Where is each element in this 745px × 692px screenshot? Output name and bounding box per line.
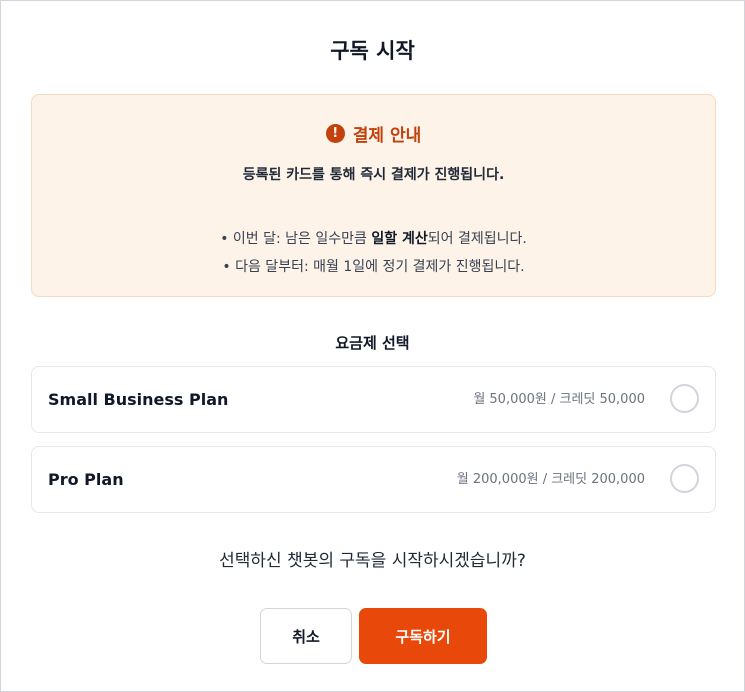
plan-section-label: 요금제 선택 [335, 334, 410, 352]
plan-radio-pro[interactable] [670, 464, 699, 493]
bullet-this-month-suffix: 되어 결제됩니다. [427, 231, 527, 247]
plan-price: 월 50,000원 / 크레딧 50,000 [473, 392, 645, 407]
plan-option-small-business[interactable]: Small Business Plan 월 50,000원 / 크레딧 50,0… [31, 366, 716, 433]
subscribe-button[interactable]: 구독하기 [359, 608, 487, 664]
plan-name: Pro Plan [48, 470, 124, 489]
bullet-this-month-prefix: • 이번 달: 남은 일수만큼 [220, 231, 372, 247]
notice-bullet-next-month: • 다음 달부터: 매월 1일에 정기 결제가 진행됩니다. [222, 259, 525, 275]
dialog-title: 구독 시작 [330, 39, 415, 63]
plan-name: Small Business Plan [48, 390, 229, 409]
alert-circle-icon: ! [325, 124, 345, 143]
bullet-this-month-emphasis: 일할 계산 [371, 231, 428, 247]
plan-option-pro[interactable]: Pro Plan 월 200,000원 / 크레딧 200,000 [31, 446, 716, 513]
notice-heading-row: ! 결제 안내 [32, 121, 715, 146]
plan-radio-small-business[interactable] [670, 384, 699, 413]
cancel-button[interactable]: 취소 [260, 608, 352, 664]
notice-subheading: 등록된 카드를 통해 즉시 결제가 진행됩니다. [242, 167, 505, 183]
notice-heading: 결제 안내 [352, 126, 422, 146]
notice-bullet-this-month: • 이번 달: 남은 일수만큼 일할 계산되어 결제됩니다. [32, 228, 715, 248]
confirm-question: 선택하신 챗봇의 구독을 시작하시겠습니까? [219, 551, 526, 571]
plan-price: 월 200,000원 / 크레딧 200,000 [456, 472, 645, 487]
subscription-dialog: 구독 시작 ! 결제 안내 등록된 카드를 통해 즉시 결제가 진행됩니다. •… [0, 0, 745, 692]
payment-notice: ! 결제 안내 등록된 카드를 통해 즉시 결제가 진행됩니다. • 이번 달:… [31, 94, 716, 297]
